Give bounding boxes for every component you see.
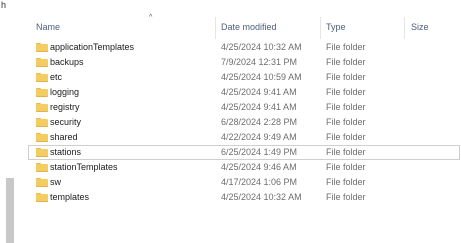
folder-icon (36, 43, 48, 52)
file-name: security (50, 117, 82, 127)
file-type: File folder (326, 162, 366, 172)
file-type: File folder (326, 42, 366, 52)
file-name: etc (50, 72, 63, 82)
file-name: sw (50, 177, 61, 187)
folder-icon (36, 88, 48, 97)
file-type: File folder (326, 57, 366, 67)
file-name: templates (50, 192, 90, 202)
folder-icon (36, 73, 48, 82)
file-type: File folder (326, 102, 366, 112)
list-item[interactable]: sw 4/17/2024 1:06 PM File folder (28, 175, 461, 190)
column-header-size[interactable]: Size (411, 14, 451, 40)
folder-icon (36, 118, 48, 127)
folder-icon (36, 163, 48, 172)
list-item[interactable]: shared 4/22/2024 9:49 AM File folder (28, 130, 461, 145)
file-date-modified: 4/25/2024 10:59 AM (221, 72, 302, 82)
folder-icon (36, 58, 48, 67)
column-divider[interactable] (215, 17, 216, 39)
file-name: logging (50, 87, 80, 97)
list-item[interactable]: logging 4/25/2024 9:41 AM File folder (28, 85, 461, 100)
folder-icon (36, 178, 48, 187)
file-type: File folder (326, 72, 366, 82)
list-item[interactable]: templates 4/25/2024 10:32 AM File folder (28, 190, 461, 205)
file-name: backups (50, 57, 84, 67)
folder-icon (36, 103, 48, 112)
column-header-date-modified[interactable]: Date modified (221, 14, 316, 40)
column-header-type[interactable]: Type (326, 14, 406, 40)
column-header-bar: Name ^ Date modified Type Size (28, 14, 461, 40)
list-item[interactable]: security 6/28/2024 2:28 PM File folder (28, 115, 461, 130)
file-date-modified: 6/25/2024 1:49 PM (221, 147, 298, 157)
file-date-modified: 7/9/2024 12:31 PM (221, 57, 298, 67)
file-name: applicationTemplates (50, 42, 135, 52)
file-date-modified: 4/25/2024 9:41 AM (221, 87, 297, 97)
file-name: stations (50, 147, 82, 157)
list-item[interactable]: registry 4/25/2024 9:41 AM File folder (28, 100, 461, 115)
file-name: registry (50, 102, 80, 112)
file-name: stationTemplates (50, 162, 118, 172)
folder-icon (36, 148, 48, 157)
file-date-modified: 4/25/2024 10:32 AM (221, 42, 302, 52)
file-date-modified: 4/22/2024 9:49 AM (221, 132, 297, 142)
list-item[interactable]: backups 7/9/2024 12:31 PM File folder (28, 55, 461, 70)
list-item[interactable]: etc 4/25/2024 10:59 AM File folder (28, 70, 461, 85)
file-date-modified: 4/25/2024 10:32 AM (221, 192, 302, 202)
file-type: File folder (326, 117, 366, 127)
column-header-name[interactable]: Name (36, 14, 216, 40)
folder-icon (36, 193, 48, 202)
column-divider[interactable] (320, 17, 321, 39)
list-item-focused[interactable]: stations 6/25/2024 1:49 PM File folder (28, 145, 460, 160)
list-item[interactable]: applicationTemplates 4/25/2024 10:32 AM … (28, 40, 461, 55)
navigation-pane-scrollbar[interactable] (6, 178, 14, 243)
file-name: shared (50, 132, 78, 142)
folder-icon (36, 133, 48, 142)
file-type: File folder (326, 177, 366, 187)
file-date-modified: 4/25/2024 9:46 AM (221, 162, 297, 172)
file-type: File folder (326, 132, 366, 142)
file-type: File folder (326, 147, 366, 157)
file-date-modified: 4/25/2024 9:41 AM (221, 102, 297, 112)
file-date-modified: 4/17/2024 1:06 PM (221, 177, 298, 187)
file-type: File folder (326, 192, 366, 202)
file-type: File folder (326, 87, 366, 97)
column-divider[interactable] (404, 17, 405, 39)
file-date-modified: 6/28/2024 2:28 PM (221, 117, 298, 127)
list-item[interactable]: stationTemplates 4/25/2024 9:46 AM File … (28, 160, 461, 175)
window-title-fragment: h (1, 0, 7, 10)
sort-ascending-icon: ^ (149, 14, 153, 21)
